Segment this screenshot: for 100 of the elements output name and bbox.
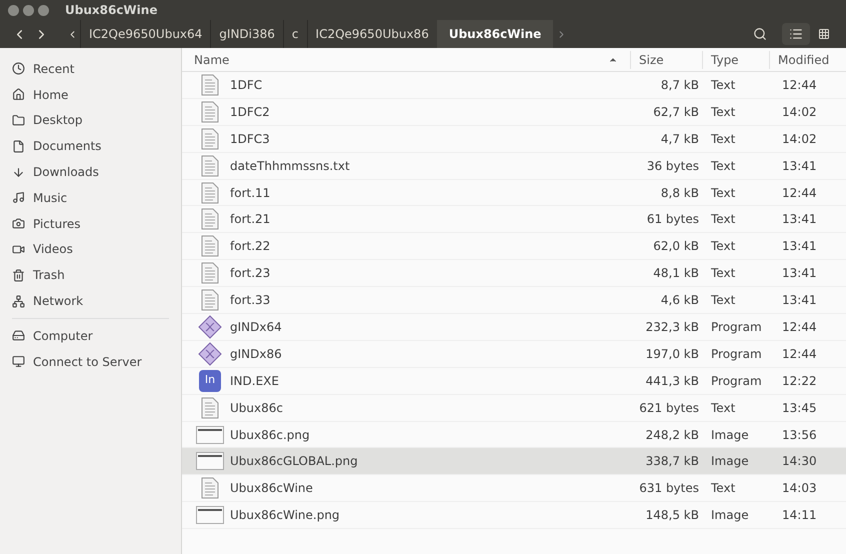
column-header[interactable]: Name: [194, 50, 230, 68]
modified-time: 13:41: [781, 238, 818, 256]
column-header[interactable]: Modified: [778, 52, 830, 66]
trash-icon: [12, 268, 25, 282]
image-file-icon: [196, 426, 224, 444]
camera-icon: [12, 217, 25, 230]
file-name: Ubux86cWine: [230, 480, 313, 498]
modified-time: 14:02: [781, 104, 818, 121]
file-type: Text: [710, 211, 736, 228]
file-type: Text: [710, 104, 736, 121]
file-size: 4,6 kB: [660, 292, 700, 310]
file-row[interactable]: fort.33 4,6 kB Text 13:41: [182, 287, 846, 314]
file-size: 631 bytes: [638, 480, 700, 498]
file-row[interactable]: 1DFC3 4,7 kB Text 14:02: [182, 126, 846, 153]
file-size: 441,3 kB: [644, 372, 700, 390]
text-file-icon: [201, 208, 219, 230]
text-file-icon: [201, 74, 219, 96]
diamond-icon: [198, 314, 222, 339]
sidebar-item[interactable]: Pictures: [33, 214, 81, 233]
column-header[interactable]: Size: [639, 52, 664, 66]
modified-time: 13:41: [781, 211, 818, 228]
file-name: Ubux86c.png: [230, 426, 310, 444]
file-row[interactable]: 1DFC 8,7 kB Text 12:44: [182, 72, 846, 99]
sidebar-item[interactable]: Trash: [33, 266, 65, 284]
file-row[interactable]: Ubux86cWine.png 148,5 kB Image 14:11: [182, 502, 846, 530]
grid-icon: [818, 28, 830, 40]
file-row[interactable]: fort.11 8,8 kB Text 12:44: [182, 180, 846, 206]
file-type: Program: [710, 346, 763, 363]
file-type: Text: [710, 480, 736, 498]
file-row[interactable]: fort.22 62,0 kB Text 13:41: [182, 233, 846, 260]
file-name: 1DFC: [230, 76, 262, 94]
file-row[interactable]: gINDx86 197,0 kB Program 12:44: [182, 340, 846, 368]
clock-icon: [12, 62, 25, 76]
file-type: Text: [710, 130, 736, 148]
file-name: 1DFC3: [230, 130, 270, 148]
file-type: Image: [710, 507, 750, 524]
file-name: fort.22: [230, 238, 270, 256]
file-type: Image: [710, 453, 750, 470]
column-header[interactable]: Type: [711, 52, 739, 66]
file-name: 1DFC2: [230, 104, 270, 121]
text-file-icon: [201, 154, 219, 177]
file-size: 248,2 kB: [644, 426, 700, 444]
file-type: Text: [710, 158, 736, 175]
file-name: Ubux86cWine.png: [230, 507, 340, 524]
sidebar-item[interactable]: Music: [33, 188, 68, 207]
modified-time: 13:41: [781, 292, 818, 310]
path-button[interactable]: Ubux86cWine: [436, 20, 554, 48]
modified-time: 14:30: [781, 453, 818, 470]
file-row[interactable]: Ubux86c 621 bytes Text 13:45: [182, 394, 846, 422]
sidebar-item[interactable]: Computer: [33, 326, 93, 345]
file-size: 62,7 kB: [652, 104, 700, 121]
maximize-button[interactable]: [38, 4, 49, 16]
file-name: fort.33: [230, 292, 270, 310]
file-row[interactable]: gINDx64 232,3 kB Program 12:44: [182, 314, 846, 341]
text-file-icon: [201, 289, 219, 312]
image-file-icon: [196, 506, 224, 524]
sidebar-item[interactable]: Recent: [33, 60, 74, 78]
list-view-button[interactable]: [782, 23, 810, 45]
text-file-icon: [201, 396, 219, 419]
document-icon: [12, 140, 25, 153]
file-row[interactable]: fort.21 61 bytes Text 13:41: [182, 206, 846, 234]
modified-time: 12:44: [781, 346, 818, 363]
file-size: 8,7 kB: [660, 76, 700, 94]
text-file-icon: [201, 262, 219, 284]
file-name: dateThhmmssns.txt: [230, 158, 350, 175]
sidebar-item[interactable]: Network: [33, 292, 84, 310]
file-name: Ubux86cGLOBAL.png: [230, 453, 358, 470]
file-size: 232,3 kB: [644, 318, 700, 336]
modified-time: 12:44: [781, 76, 818, 94]
sidebar-item[interactable]: Connect to Server: [33, 352, 142, 371]
sidebar-item[interactable]: Desktop: [33, 111, 82, 130]
file-name: gINDx86: [230, 346, 282, 363]
modified-time: 14:02: [781, 130, 818, 148]
file-row[interactable]: fort.23 48,1 kB Text 13:41: [182, 260, 846, 288]
file-size: 148,5 kB: [644, 507, 700, 524]
file-name: fort.11: [230, 184, 270, 202]
list-icon: [789, 27, 803, 41]
text-file-icon: [201, 128, 219, 150]
sidebar-item[interactable]: Videos: [33, 240, 73, 258]
minimize-button[interactable]: [23, 4, 34, 16]
file-name: fort.23: [230, 265, 270, 282]
file-row[interactable]: In IND.EXE 441,3 kB Program 12:22: [182, 368, 846, 395]
file-row[interactable]: Ubux86cGLOBAL.png 338,7 kB Image 14:30: [182, 448, 846, 476]
modified-time: 12:44: [781, 184, 818, 202]
image-file-icon: [196, 452, 224, 470]
sidebar-item[interactable]: Downloads: [33, 163, 99, 182]
file-row[interactable]: 1DFC2 62,7 kB Text 14:02: [182, 98, 846, 126]
text-file-icon: [201, 235, 219, 258]
file-type: Text: [710, 400, 736, 417]
file-type: Text: [710, 265, 736, 282]
sidebar-item[interactable]: Home: [33, 86, 68, 104]
sidebar-item[interactable]: Documents: [33, 137, 102, 156]
file-row[interactable]: Ubux86cWine 631 bytes Text 14:03: [182, 475, 846, 502]
file-type: Text: [710, 184, 736, 202]
download-icon: [12, 166, 25, 179]
file-type: Text: [710, 238, 736, 256]
text-file-icon: [201, 477, 219, 500]
file-row[interactable]: dateThhmmssns.txt 36 bytes Text 13:41: [182, 152, 846, 180]
monitor-icon: [12, 355, 25, 368]
close-button[interactable]: [8, 4, 19, 16]
